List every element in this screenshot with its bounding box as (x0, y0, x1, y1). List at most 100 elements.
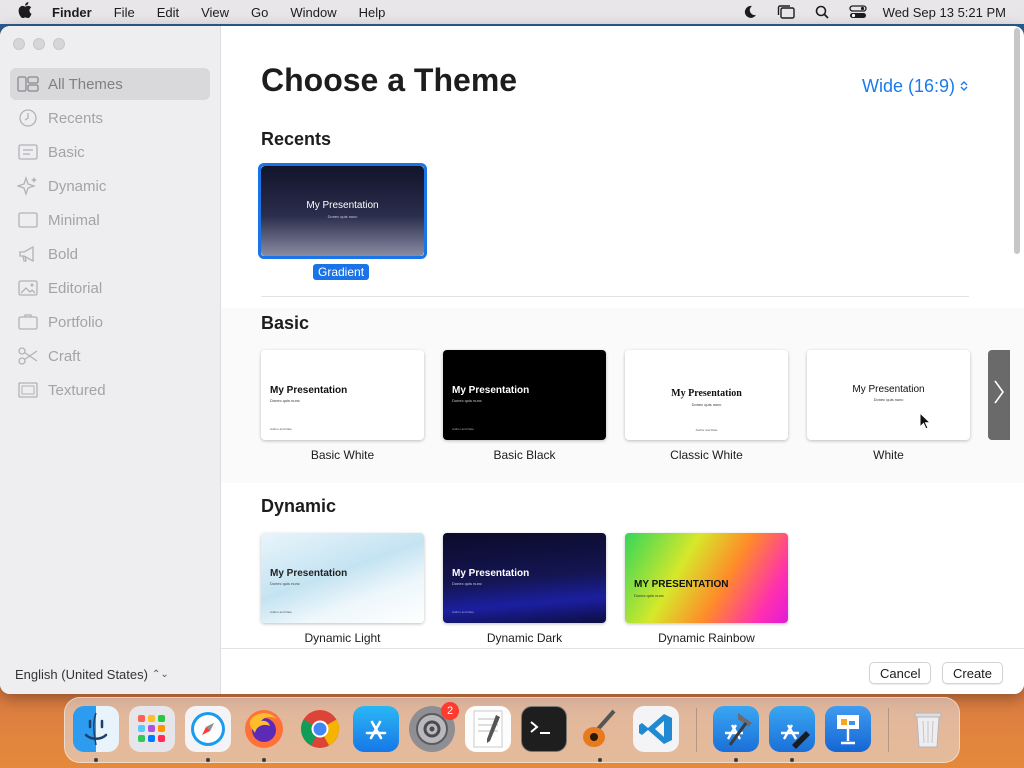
briefcase-icon (16, 312, 40, 332)
trash-dock-icon[interactable] (905, 706, 951, 752)
theme-thumb-dynamic-rainbow[interactable]: MY PRESENTATION Donec quis nunc (625, 533, 788, 623)
slide-subtitle: Donec quis nunc (634, 593, 664, 598)
close-button[interactable] (13, 38, 25, 50)
garageband-dock-icon[interactable] (577, 706, 623, 752)
app-menu-finder[interactable]: Finder (52, 5, 92, 20)
dock-separator (696, 708, 697, 752)
running-indicator (790, 758, 794, 762)
slide-subtitle: Donec quis nunc (270, 398, 300, 403)
spotlight-search-icon[interactable] (813, 5, 831, 19)
section-title-recents: Recents (261, 129, 332, 149)
cancel-button[interactable]: Cancel (869, 662, 932, 684)
terminal-dock-icon[interactable] (521, 706, 567, 752)
sidebar-item-dynamic[interactable]: Dynamic (10, 170, 210, 202)
theme-thumb-basic-black[interactable]: My Presentation Donec quis nunc Author a… (443, 350, 606, 440)
running-indicator (598, 758, 602, 762)
slide-author: Author and Date (452, 610, 474, 614)
menu-window[interactable]: Window (290, 5, 336, 20)
scroll-right-button[interactable] (988, 350, 1010, 440)
focus-moon-icon[interactable] (741, 5, 759, 19)
menu-bar-clock[interactable]: Wed Sep 13 5:21 PM (883, 5, 1006, 20)
xcode-dock-icon[interactable] (713, 706, 759, 752)
running-indicator (262, 758, 266, 762)
sidebar-item-label: Basic (48, 143, 85, 161)
slide-subtitle: Donec quis nunc (327, 214, 358, 219)
sidebar-item-recents[interactable]: Recents (10, 102, 210, 134)
updown-chevron-icon (960, 80, 968, 94)
theme-thumb-basic-white[interactable]: My Presentation Donec quis nunc Author a… (261, 350, 424, 440)
menu-go[interactable]: Go (251, 5, 268, 20)
sidebar-item-label: Recents (48, 109, 104, 127)
system-settings-dock-icon[interactable]: 2 (409, 702, 459, 752)
vscode-dock-icon[interactable] (633, 706, 679, 752)
theme-label-gradient: Gradient (313, 264, 370, 280)
theme-thumb-classic-white[interactable]: My Presentation Donec quis nunc Author a… (625, 350, 788, 440)
sidebar-item-label: Minimal (48, 211, 100, 229)
launchpad-dock-icon[interactable] (129, 706, 175, 752)
sidebar-item-textured[interactable]: Textured (10, 374, 210, 406)
sidebar-item-label: All Themes (48, 75, 123, 93)
sidebar-item-craft[interactable]: Craft (10, 340, 210, 372)
slide-icon (16, 142, 40, 162)
status-area: Wed Sep 13 5:21 PM (723, 5, 1006, 20)
page-title: Choose a Theme (261, 62, 518, 98)
sidebar-item-editorial[interactable]: Editorial (10, 272, 210, 304)
dock-separator (888, 708, 889, 752)
slide-author: Author and Date (270, 610, 292, 614)
running-indicator (206, 758, 210, 762)
theme-thumb-gradient[interactable]: My Presentation Donec quis nunc (261, 166, 424, 256)
menu-file[interactable]: File (114, 5, 135, 20)
slide-title: My Presentation (671, 388, 742, 399)
scissors-icon (16, 346, 40, 366)
sidebar-item-basic[interactable]: Basic (10, 136, 210, 168)
language-label: English (United States) (15, 667, 148, 682)
stage-manager-icon[interactable] (777, 5, 795, 19)
theme-label-white: White (873, 448, 904, 462)
theme-chooser-window: All Themes Recents Basic Dynamic Minimal… (0, 26, 1024, 694)
grid-icon (16, 74, 40, 94)
slide-title: My Presentation (270, 568, 348, 579)
slide-subtitle: Donec quis nunc (873, 397, 904, 402)
firefox-dock-icon[interactable] (241, 706, 287, 752)
sidebar-item-label: Portfolio (48, 313, 104, 331)
app-store-dock-icon[interactable] (353, 706, 399, 752)
slide-subtitle: Donec quis nunc (691, 402, 722, 407)
safari-dock-icon[interactable] (185, 706, 231, 752)
slide-author: Author and Date (695, 428, 718, 432)
sidebar-item-all-themes[interactable]: All Themes (10, 68, 210, 100)
theme-thumb-white[interactable]: My Presentation Donec quis nunc (807, 350, 970, 440)
window-controls (13, 38, 73, 50)
vertical-scrollbar[interactable] (1014, 28, 1020, 254)
minimize-button[interactable] (33, 38, 45, 50)
apple-menu-icon[interactable] (18, 2, 38, 22)
slide-author: Author and Date (270, 427, 292, 431)
textedit-dock-icon[interactable] (465, 706, 511, 752)
menu-help[interactable]: Help (359, 5, 386, 20)
menu-edit[interactable]: Edit (157, 5, 179, 20)
slide-title: My Presentation (852, 384, 925, 395)
slide-author: Author and Date (452, 427, 474, 431)
section-title-dynamic: Dynamic (261, 496, 337, 516)
theme-thumb-dynamic-light[interactable]: My Presentation Donec quis nunc Author a… (261, 533, 424, 623)
chevron-right-icon (993, 379, 1005, 412)
chrome-dock-icon[interactable] (297, 706, 343, 752)
zoom-button[interactable] (53, 38, 65, 50)
sidebar-item-bold[interactable]: Bold (10, 238, 210, 270)
aspect-ratio-popup[interactable]: Wide (16:9) (862, 76, 968, 97)
keynote-dock-icon[interactable] (825, 706, 871, 752)
sidebar-item-portfolio[interactable]: Portfolio (10, 306, 210, 338)
menu-view[interactable]: View (201, 5, 229, 20)
theme-label-dynamic-rainbow: Dynamic Rainbow (658, 631, 755, 645)
theme-thumb-dynamic-dark[interactable]: My Presentation Donec quis nunc Author a… (443, 533, 606, 623)
control-center-icon[interactable] (849, 5, 867, 19)
square-icon (16, 210, 40, 230)
photo-icon (16, 278, 40, 298)
language-selector[interactable]: English (United States) ⌃⌄ (15, 667, 169, 682)
finder-dock-icon[interactable] (73, 706, 119, 752)
sidebar-item-minimal[interactable]: Minimal (10, 204, 210, 236)
sidebar-item-label: Dynamic (48, 177, 107, 195)
simulator-dock-icon[interactable] (769, 706, 815, 752)
create-button[interactable]: Create (942, 662, 1004, 684)
slide-subtitle: Donec quis nunc (452, 398, 482, 403)
sidebar: All Themes Recents Basic Dynamic Minimal… (0, 26, 221, 694)
